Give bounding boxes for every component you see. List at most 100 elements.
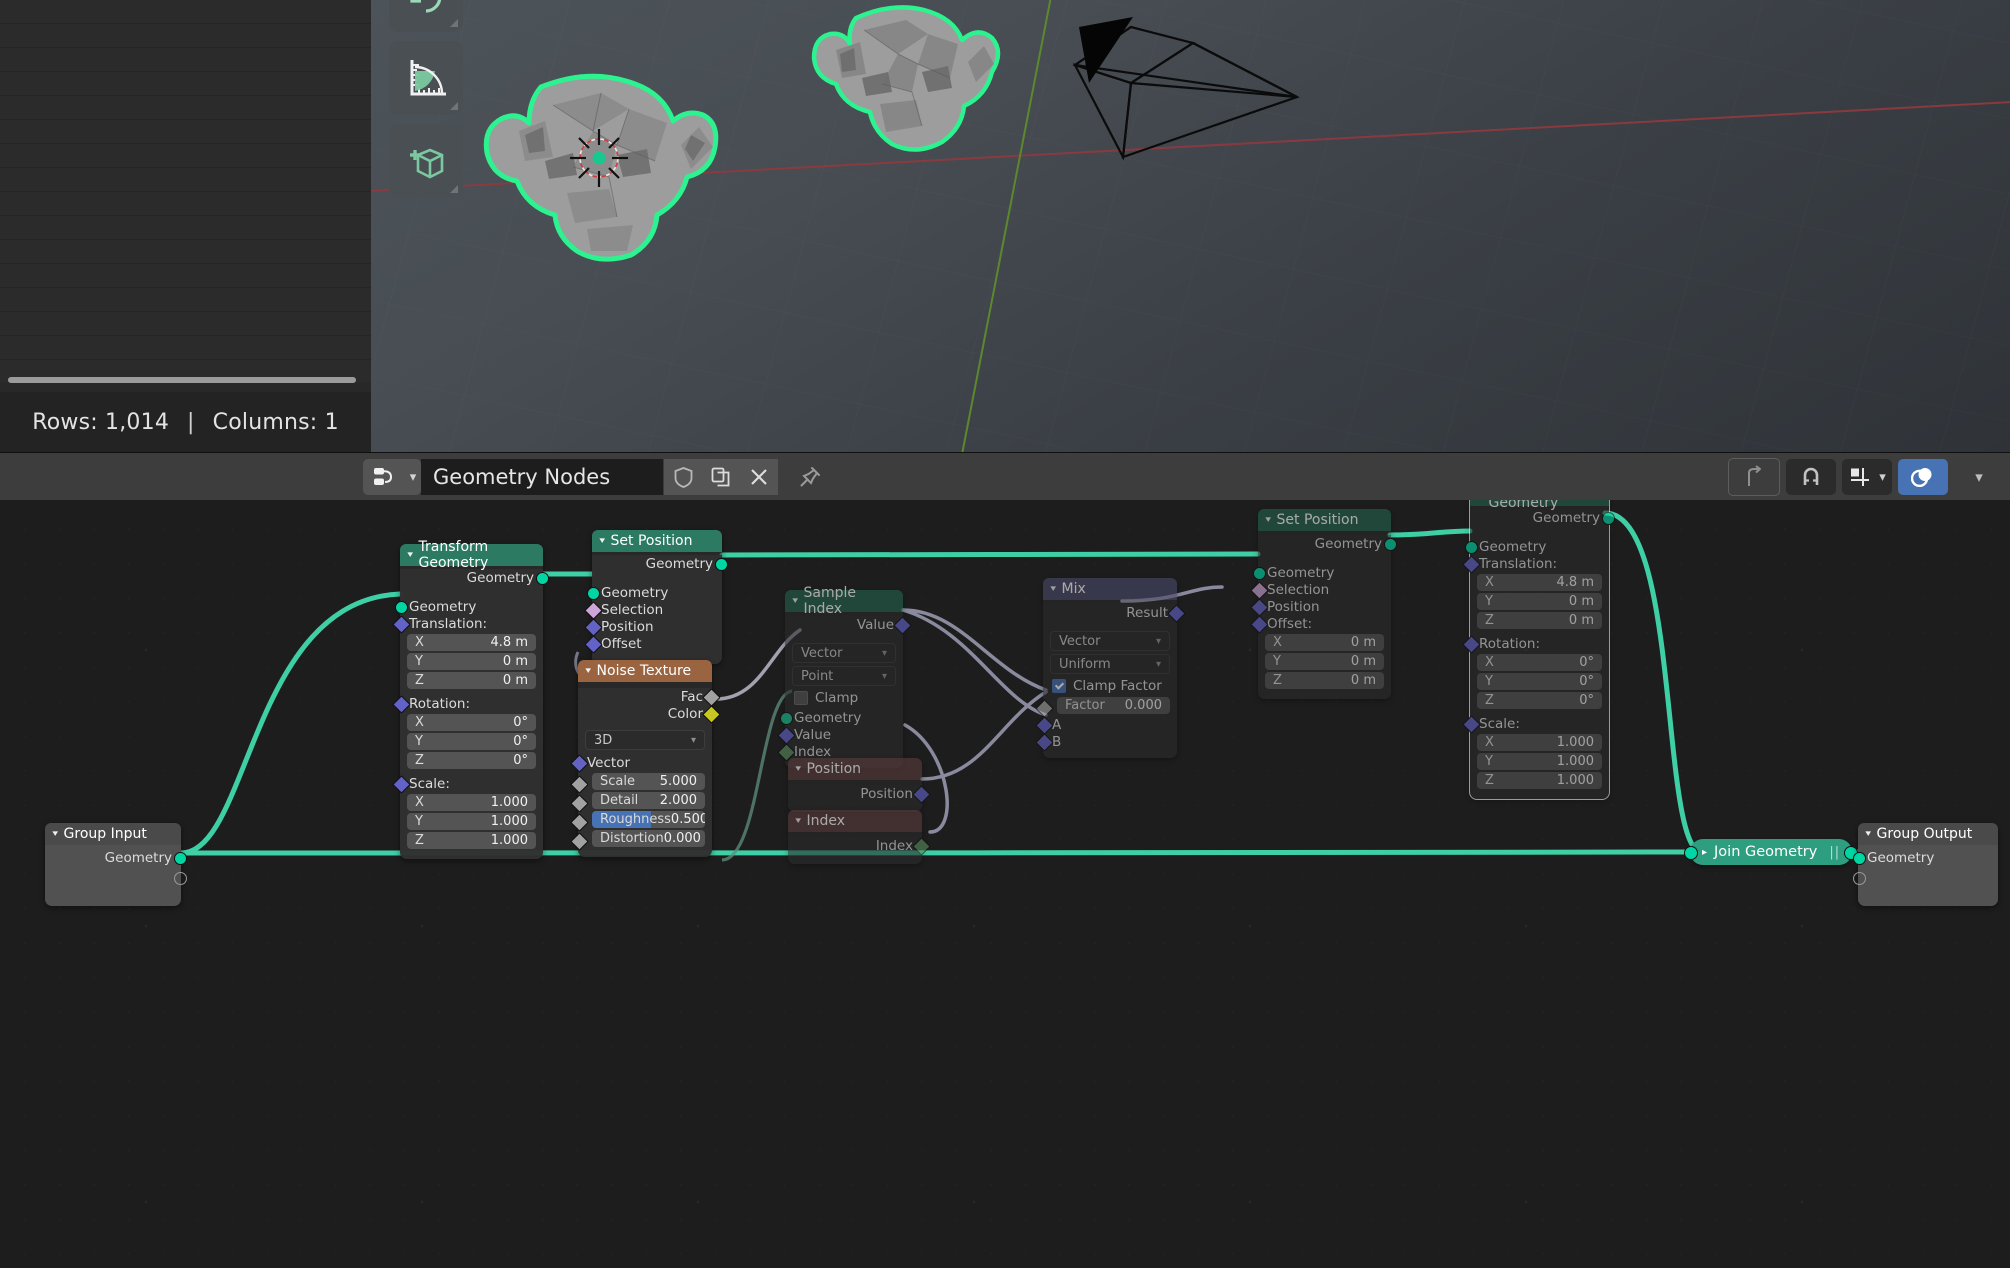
socket-row-a[interactable]: A (1034, 716, 1177, 735)
socket-row-rotation[interactable]: Rotation: (391, 695, 543, 714)
snap-settings-button[interactable]: ▾ (1842, 459, 1892, 495)
detail-field[interactable]: Detail 2.000 (592, 792, 705, 809)
translation-y-field[interactable]: Y 0 m (407, 653, 536, 670)
node-index[interactable]: ▾ Index Index (788, 810, 931, 864)
socket-row-geometry-out[interactable]: Geometry (592, 555, 728, 572)
node-header[interactable]: ▾ Group Input (45, 823, 181, 845)
fake-user-button[interactable] (663, 459, 702, 495)
node-header[interactable]: ▾ Index (788, 810, 922, 832)
socket-row-geometry-in[interactable]: Geometry (1252, 564, 1391, 581)
node-set-position-right[interactable]: ▾ Set Position Geometry Geometry Selecti… (1249, 509, 1397, 699)
collapse-triangle-icon[interactable]: ▾ (585, 666, 591, 676)
rotation-x-field[interactable]: X 0° (407, 714, 536, 731)
node-editor-canvas[interactable]: ▾ Group Input Geometry ▾ Transform Geome… (0, 500, 2010, 1268)
socket-row-scale[interactable]: Scale: (1461, 715, 1609, 734)
node-header[interactable]: ▾ Transform Geometry (400, 539, 543, 571)
node-position[interactable]: ▾ Position Position (788, 758, 931, 812)
rotation-y-field[interactable]: Y 0° (407, 733, 536, 750)
collapse-triangle-icon[interactable]: ▾ (52, 829, 58, 839)
header-overflow-chevron[interactable]: ▾ (1954, 459, 2004, 495)
socket-row-selection[interactable]: Selection (1249, 581, 1391, 600)
scale-y-field[interactable]: Y 1.000 (1477, 753, 1602, 770)
socket-row-translation[interactable]: Translation: (1461, 555, 1609, 574)
chevron-down-icon[interactable]: ▾ (405, 470, 421, 485)
socket-row-geometry-out[interactable]: Geometry (1470, 509, 1615, 526)
socket-row-fac-out[interactable]: Fac (578, 688, 721, 707)
collapse-triangle-icon[interactable]: ▾ (1265, 515, 1271, 525)
node-mix[interactable]: ▾ Mix Result Vector ▾ Uniform ▾ Clamp Fa… (1034, 578, 1186, 758)
geometry-output-socket[interactable] (1383, 538, 1397, 551)
translation-y-field[interactable]: Y 0 m (1477, 593, 1602, 610)
rotation-z-field[interactable]: Z 0° (407, 752, 536, 769)
geometry-nodes-editor-icon[interactable] (363, 459, 405, 495)
socket-row-rotation[interactable]: Rotation: (1461, 635, 1609, 654)
socket-row-position-out[interactable]: Position (788, 785, 931, 804)
collapse-triangle-icon[interactable]: ▾ (795, 764, 801, 774)
socket-row-selection[interactable]: Selection (583, 601, 722, 620)
geometry-output-socket[interactable] (173, 852, 187, 865)
virtual-input-socket[interactable] (1852, 872, 1866, 885)
factor-mode-dropdown[interactable]: Uniform ▾ (1050, 654, 1170, 674)
virtual-output-socket[interactable] (173, 872, 187, 885)
pin-button[interactable] (792, 459, 828, 495)
node-header[interactable]: ▾ Mix (1043, 578, 1177, 600)
spreadsheet-editor[interactable]: Rows: 1,014 | Columns: 1 (0, 0, 371, 452)
offset-x-field[interactable]: X 0 m (1265, 634, 1384, 651)
node-header[interactable]: ▾ Transform Geometry (1470, 500, 1609, 511)
socket-row-value-out[interactable]: Value (785, 616, 912, 635)
socket-row-translation[interactable]: Translation: (391, 615, 543, 634)
socket-row-geometry-in[interactable]: Geometry (394, 598, 543, 615)
factor-field[interactable]: Factor 0.000 (1057, 697, 1170, 714)
socket-row-geometry-out[interactable]: Geometry (1258, 535, 1397, 552)
chevron-down-icon[interactable]: ▾ (1879, 470, 1886, 485)
camera-object[interactable] (1061, 5, 1351, 209)
rotation-x-field[interactable]: X 0° (1477, 654, 1602, 671)
collapse-triangle-icon[interactable]: ▸ (1702, 847, 1707, 858)
geometry-input-socket[interactable] (1252, 567, 1266, 580)
node-header[interactable]: ▾ Group Output (1858, 823, 1998, 845)
rotate-tool-button[interactable] (389, 0, 463, 32)
geometry-input-socket[interactable] (1684, 846, 1698, 860)
socket-row-scale[interactable]: Scale: (391, 775, 543, 794)
geometry-input-socket[interactable] (586, 587, 600, 600)
node-sample-index[interactable]: ▾ Sample Index Value Vector ▾ Point ▾ Cl… (776, 585, 912, 768)
socket-row-geometry-in[interactable]: Geometry (586, 584, 722, 601)
geometry-output-socket[interactable] (1601, 512, 1615, 525)
scale-x-field[interactable]: X 1.000 (407, 794, 536, 811)
node-noise-texture[interactable]: ▾ Noise Texture Fac Color 3D ▾ Vector Sc… (569, 660, 721, 857)
collapse-triangle-icon[interactable]: ▾ (407, 550, 413, 560)
socket-row-b[interactable]: B (1034, 733, 1177, 752)
roughness-field[interactable]: Roughness 0.500 (592, 811, 705, 828)
node-header[interactable]: ▾ Noise Texture (578, 660, 712, 682)
socket-row-virtual[interactable] (1852, 866, 1998, 886)
node-group-output[interactable]: ▾ Group Output Geometry (1852, 823, 1998, 906)
monkey-selected-right[interactable] (796, 0, 1016, 175)
socket-row-index-out[interactable]: Index (788, 837, 931, 856)
rotation-z-field[interactable]: Z 0° (1477, 692, 1602, 709)
socket-row-position[interactable]: Position (583, 618, 722, 637)
node-header[interactable]: ▾ Set Position (592, 530, 722, 552)
socket-row-position[interactable]: Position (1249, 598, 1391, 617)
spreadsheet-rows[interactable] (0, 0, 371, 382)
clamp-checkbox[interactable] (794, 691, 808, 705)
node-header[interactable]: ▾ Sample Index (785, 585, 903, 617)
node-join-geometry[interactable]: ▸ Join Geometry || (1684, 839, 1859, 865)
socket-row-vector[interactable]: Vector (569, 754, 712, 773)
geometry-input-socket[interactable] (1464, 541, 1478, 554)
dimensions-dropdown[interactable]: 3D ▾ (585, 730, 705, 750)
scale-field[interactable]: Scale 5.000 (592, 773, 705, 790)
unlink-datablock-button[interactable] (740, 459, 778, 495)
collapse-triangle-icon[interactable]: ▾ (792, 596, 798, 606)
clamp-factor-checkbox-row[interactable]: Clamp Factor (1043, 677, 1177, 695)
geometry-input-socket[interactable] (1852, 852, 1866, 865)
offset-y-field[interactable]: Y 0 m (1265, 653, 1384, 670)
offset-z-field[interactable]: Z 0 m (1265, 672, 1384, 689)
socket-row-geometry-out[interactable]: Geometry (45, 849, 187, 866)
node-group-name-field[interactable]: Geometry Nodes (421, 459, 663, 495)
node-header[interactable]: ▾ Set Position (1258, 509, 1391, 531)
socket-row-geometry-in[interactable]: Geometry (779, 709, 903, 726)
spreadsheet-horizontal-scrollbar[interactable] (8, 377, 356, 383)
translation-x-field[interactable]: X 4.8 m (1477, 574, 1602, 591)
socket-row-offset[interactable]: Offset: (1249, 615, 1391, 634)
scale-x-field[interactable]: X 1.000 (1477, 734, 1602, 751)
